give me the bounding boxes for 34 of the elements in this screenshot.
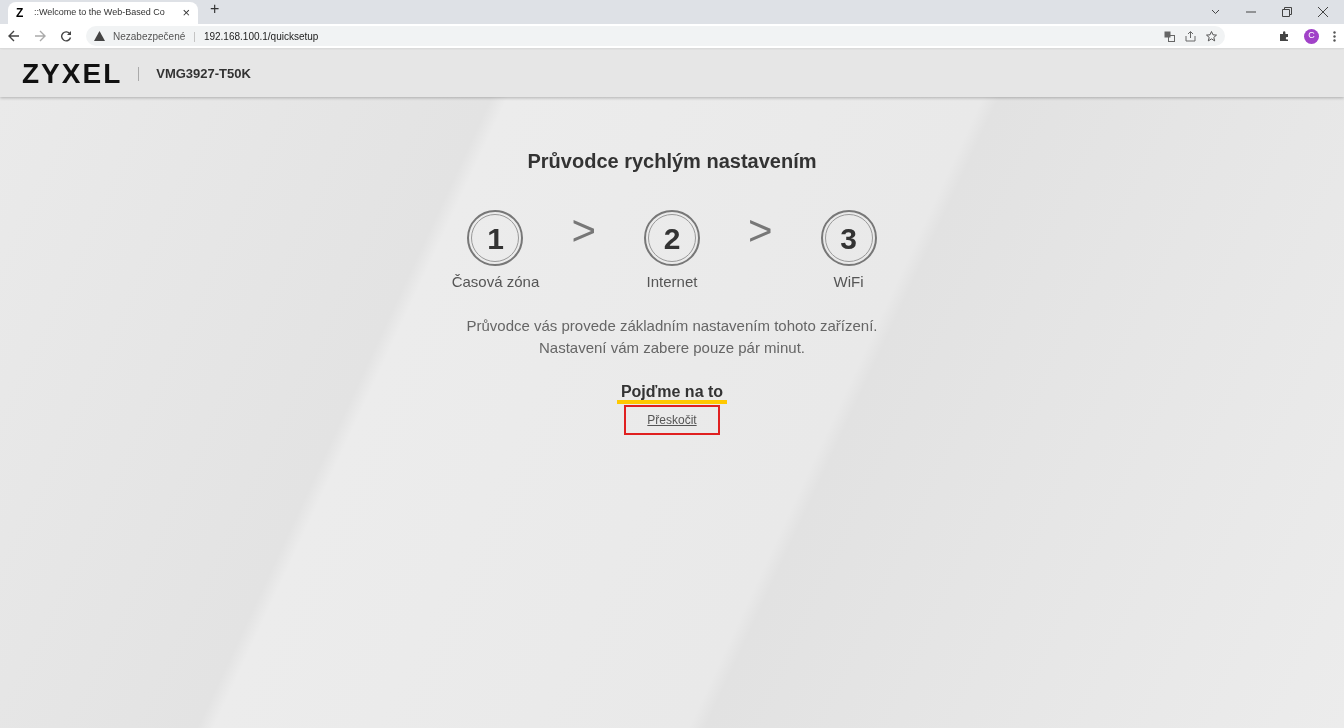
- brand-logo: ZYXEL: [22, 59, 123, 88]
- step-label: Časová zóna: [451, 272, 540, 292]
- back-icon[interactable]: [8, 30, 20, 42]
- translate-icon[interactable]: [1164, 30, 1175, 42]
- tab-title: ::Welcome to the Web-Based Co: [34, 6, 166, 20]
- profile-avatar[interactable]: C: [1304, 28, 1319, 44]
- share-icon[interactable]: [1185, 30, 1196, 42]
- step-separator: >: [748, 210, 773, 252]
- puzzle-icon[interactable]: [1279, 30, 1290, 42]
- step-number: 3: [820, 210, 877, 266]
- restore-icon[interactable]: [1282, 7, 1292, 17]
- chevron-down-icon[interactable]: [1211, 9, 1220, 15]
- address-field[interactable]: Nezabezpečené | 192.168.100.1/quicksetup: [86, 26, 1225, 46]
- description-text: Průvodce vás provede základním nastavením tohoto zařízení.: [466, 315, 878, 336]
- step-number: 2: [644, 210, 700, 266]
- more-icon[interactable]: [1333, 30, 1336, 42]
- close-icon[interactable]: [1318, 7, 1328, 17]
- page-title: Průvodce rychlým nastavením: [527, 149, 817, 174]
- address-divider: |: [193, 29, 196, 44]
- model-name: VMG3927-T50K: [156, 64, 251, 83]
- skip-link[interactable]: Přeskočit: [624, 404, 720, 435]
- description-text: Nastavení vám zabere pouze pár minut.: [539, 337, 805, 358]
- browser-tab[interactable]: Z ::Welcome to the Web-Based Co ×: [8, 2, 198, 24]
- step-label: WiFi: [833, 272, 864, 292]
- step-separator: >: [571, 210, 596, 252]
- tab-close-button[interactable]: ×: [182, 3, 190, 23]
- step-label: Internet: [646, 272, 698, 292]
- reload-icon[interactable]: [60, 30, 72, 42]
- warning-icon: [94, 31, 105, 41]
- step-number: 1: [467, 210, 524, 266]
- tab-favicon: Z: [16, 5, 25, 22]
- start-button[interactable]: Pojďme na to: [616, 382, 728, 404]
- new-tab-button[interactable]: +: [210, 0, 220, 21]
- star-icon[interactable]: [1206, 30, 1217, 42]
